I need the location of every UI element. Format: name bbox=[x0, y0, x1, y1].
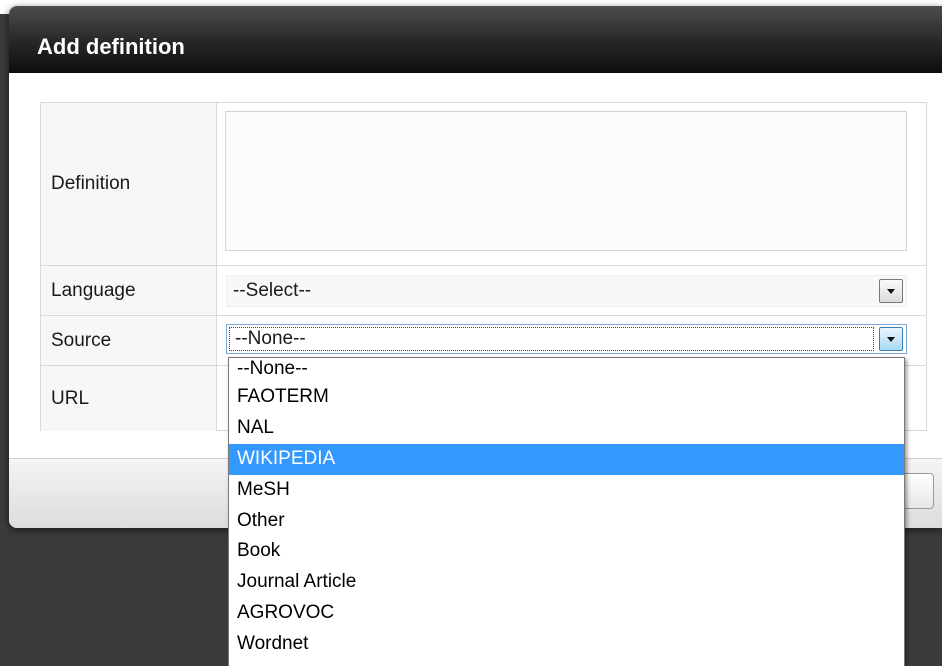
source-option[interactable]: NAL bbox=[229, 413, 904, 444]
definition-field-cell bbox=[218, 103, 926, 265]
language-select[interactable]: --Select-- bbox=[226, 275, 907, 307]
url-label: URL bbox=[41, 366, 217, 431]
dialog-header: Add definition bbox=[9, 6, 942, 73]
source-dropdown-list: --None-- FAOTERM NAL WIKIPEDIA MeSH Othe… bbox=[228, 357, 905, 666]
source-option[interactable]: FAOTERM bbox=[229, 382, 904, 413]
focus-ring bbox=[229, 327, 874, 351]
source-dropdown-button[interactable] bbox=[879, 327, 903, 351]
language-select-value: --Select-- bbox=[233, 280, 312, 301]
source-option[interactable]: AGROVOC bbox=[229, 598, 904, 629]
source-option[interactable]: Wordnet bbox=[229, 629, 904, 660]
source-select[interactable]: --None-- bbox=[226, 324, 907, 354]
language-field-cell: --Select-- bbox=[218, 266, 926, 315]
source-label: Source bbox=[41, 316, 217, 365]
chevron-down-icon bbox=[887, 336, 895, 342]
definition-row: Definition bbox=[41, 103, 926, 266]
source-option[interactable]: Journal Article bbox=[229, 567, 904, 598]
source-option[interactable]: Other bbox=[229, 506, 904, 537]
language-dropdown-button[interactable] bbox=[879, 279, 903, 303]
source-option[interactable]: Book bbox=[229, 536, 904, 567]
chevron-down-icon bbox=[887, 288, 895, 294]
definition-label: Definition bbox=[41, 103, 217, 265]
source-option-selected[interactable]: WIKIPEDIA bbox=[229, 443, 904, 475]
language-row: Language --Select-- bbox=[41, 266, 926, 316]
definition-textarea[interactable] bbox=[225, 111, 907, 251]
source-option[interactable]: --None-- bbox=[229, 358, 904, 382]
source-option[interactable]: MeSH bbox=[229, 475, 904, 506]
language-label: Language bbox=[41, 266, 217, 315]
dialog-title: Add definition bbox=[37, 34, 185, 59]
